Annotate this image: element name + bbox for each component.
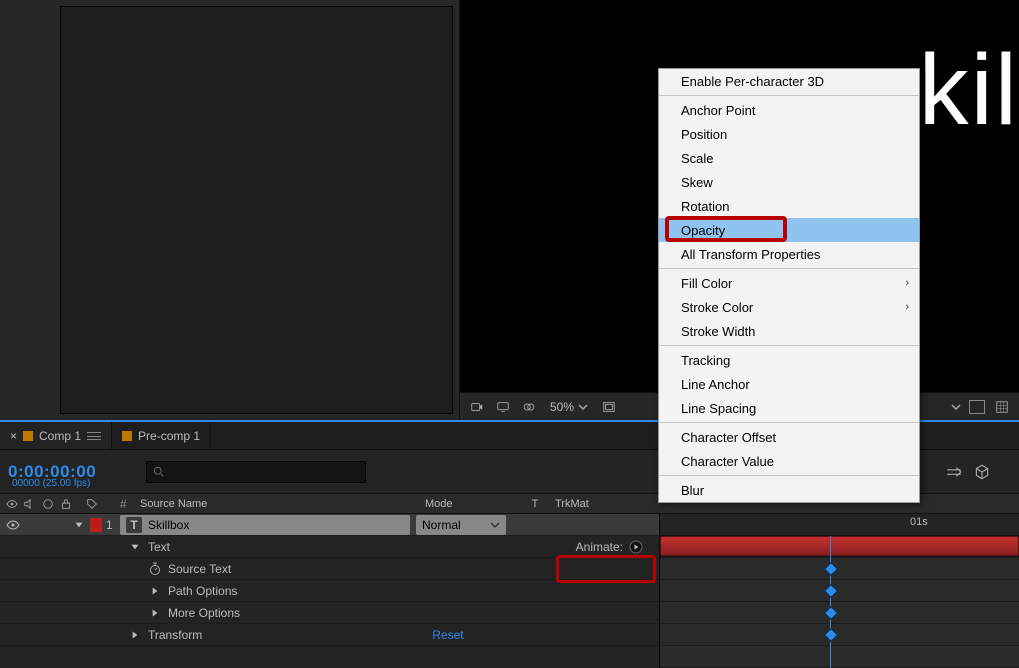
comp-color-chip	[23, 431, 33, 441]
animate-button[interactable]: Animate:	[576, 540, 643, 554]
mask-icon[interactable]	[520, 399, 538, 415]
ruler-tick: 01s	[910, 516, 928, 528]
menu-separator	[659, 345, 919, 346]
layer-color-chip[interactable]	[90, 518, 102, 532]
group-more-options[interactable]: More Options	[0, 602, 659, 624]
menu-item-rotation[interactable]: Rotation	[659, 194, 919, 218]
timeline-tracks[interactable]: 01s	[660, 514, 1019, 668]
menu-item-enable-per-character-3d[interactable]: Enable Per-character 3D	[659, 69, 919, 93]
shy-icon[interactable]	[945, 463, 963, 481]
menu-item-line-spacing[interactable]: Line Spacing	[659, 396, 919, 420]
animate-label: Animate:	[576, 540, 623, 554]
prop-label: Source Text	[168, 562, 231, 576]
menu-item-position[interactable]: Position	[659, 122, 919, 146]
menu-separator	[659, 95, 919, 96]
group-label: More Options	[168, 606, 240, 620]
menu-item-stroke-color[interactable]: Stroke Color›	[659, 295, 919, 319]
timecode-framerate[interactable]: 00000 (25.00 fps)	[12, 478, 90, 489]
menu-item-stroke-width[interactable]: Stroke Width	[659, 319, 919, 343]
menu-item-character-value[interactable]: Character Value	[659, 449, 919, 473]
speaker-icon[interactable]	[24, 498, 36, 510]
stopwatch-icon[interactable]	[148, 562, 162, 576]
menu-item-fill-color[interactable]: Fill Color›	[659, 271, 919, 295]
camera-icon[interactable]	[468, 399, 486, 415]
zoom-value: 50%	[550, 400, 574, 414]
viewer-text-fragment: kil	[919, 40, 1019, 140]
col-index[interactable]: #	[120, 497, 140, 511]
menu-item-character-offset[interactable]: Character Offset	[659, 425, 919, 449]
group-label: Transform	[148, 628, 202, 642]
layer-name: Skillbox	[148, 518, 189, 532]
menu-item-blur[interactable]: Blur	[659, 478, 919, 502]
layer-index: 1	[106, 518, 120, 532]
play-circle-icon	[629, 540, 643, 554]
twirl-open-icon[interactable]	[72, 518, 86, 532]
lock-icon[interactable]	[60, 498, 72, 510]
view-options-icon[interactable]	[969, 400, 985, 414]
group-text[interactable]: Text Animate:	[0, 536, 659, 558]
resolution-icon[interactable]	[600, 399, 618, 415]
text-layer-icon: T	[126, 517, 142, 533]
monitor-icon[interactable]	[494, 399, 512, 415]
eye-icon[interactable]	[6, 518, 20, 532]
grid-icon[interactable]	[993, 399, 1011, 415]
chevron-down-icon[interactable]	[951, 402, 961, 412]
menu-item-opacity[interactable]: Opacity	[659, 218, 919, 242]
tab-comp-1[interactable]: × Comp 1	[0, 422, 112, 449]
twirl-closed-icon[interactable]	[148, 584, 162, 598]
group-label: Text	[148, 540, 170, 554]
menu-item-scale[interactable]: Scale	[659, 146, 919, 170]
layer-outline: 1 T Skillbox Normal Text Animate:	[0, 514, 660, 668]
group-transform[interactable]: Transform Reset	[0, 624, 659, 646]
submenu-arrow-icon: ›	[905, 277, 909, 289]
layer-row[interactable]: 1 T Skillbox Normal	[0, 514, 659, 536]
tab-label: Pre-comp 1	[138, 429, 200, 443]
mode-value: Normal	[422, 518, 461, 532]
menu-item-line-anchor[interactable]: Line Anchor	[659, 372, 919, 396]
zoom-dropdown[interactable]: 50%	[546, 400, 592, 414]
close-icon[interactable]: ×	[10, 429, 17, 443]
col-source-name[interactable]: Source Name	[140, 498, 425, 510]
menu-separator	[659, 422, 919, 423]
menu-item-all-transform-properties[interactable]: All Transform Properties	[659, 242, 919, 266]
timeline-search[interactable]	[146, 461, 366, 483]
blend-mode-dropdown[interactable]: Normal	[416, 515, 506, 535]
composition-text-layer: kil	[919, 40, 1019, 140]
time-ruler[interactable]: 01s	[660, 514, 1019, 536]
col-t[interactable]: T	[515, 498, 555, 510]
twirl-closed-icon[interactable]	[148, 606, 162, 620]
project-panel[interactable]	[0, 0, 460, 420]
chevron-down-icon	[490, 520, 500, 530]
project-panel-inner	[60, 6, 453, 414]
menu-item-skew[interactable]: Skew	[659, 170, 919, 194]
menu-item-anchor-point[interactable]: Anchor Point	[659, 98, 919, 122]
search-icon	[153, 466, 165, 478]
menu-separator	[659, 268, 919, 269]
tag-icon[interactable]	[86, 498, 98, 510]
prop-source-text[interactable]: Source Text	[0, 558, 659, 580]
group-label: Path Options	[168, 584, 237, 598]
chevron-down-icon	[578, 402, 588, 412]
tab-precomp-1[interactable]: Pre-comp 1	[112, 422, 211, 449]
submenu-arrow-icon: ›	[905, 301, 909, 313]
group-path-options[interactable]: Path Options	[0, 580, 659, 602]
layer-duration-bar[interactable]	[660, 536, 1019, 556]
twirl-closed-icon[interactable]	[128, 628, 142, 642]
reset-link[interactable]: Reset	[432, 628, 463, 642]
solo-icon[interactable]	[42, 498, 54, 510]
menu-separator	[659, 475, 919, 476]
panel-menu-icon[interactable]	[87, 432, 101, 440]
cube-icon[interactable]	[973, 463, 991, 481]
playhead[interactable]	[830, 536, 831, 668]
twirl-open-icon[interactable]	[128, 540, 142, 554]
animate-context-menu: Enable Per-character 3D Anchor PointPosit…	[658, 68, 920, 503]
col-mode[interactable]: Mode	[425, 498, 515, 510]
comp-color-chip	[122, 431, 132, 441]
col-trkmat[interactable]: TrkMat	[555, 498, 635, 510]
menu-item-tracking[interactable]: Tracking	[659, 348, 919, 372]
eye-icon[interactable]	[6, 498, 18, 510]
search-input[interactable]	[171, 465, 359, 479]
tab-label: Comp 1	[39, 429, 81, 443]
